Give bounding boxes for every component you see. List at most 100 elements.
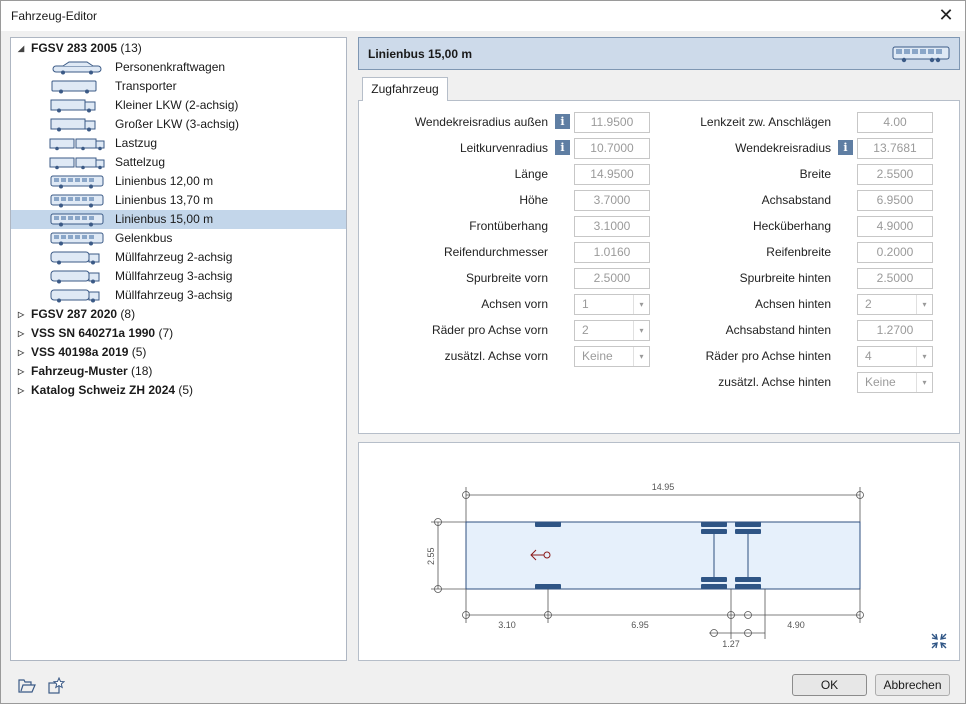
value-field[interactable]: 13.7681 xyxy=(857,138,933,159)
tree-item[interactable]: Linienbus 15,00 m xyxy=(11,210,346,229)
dropdown-field[interactable]: 1 ▾ xyxy=(574,294,650,315)
chevron-down-icon[interactable]: ▾ xyxy=(633,321,649,340)
close-icon[interactable]: ✕ xyxy=(933,4,959,28)
tree-group[interactable]: ▷ FGSV 287 2020 (8) xyxy=(11,305,346,324)
tree-item-label: Müllfahrzeug 3-achsig xyxy=(115,269,233,283)
truck-icon xyxy=(50,118,96,132)
tree-group-count: (5) xyxy=(178,383,194,397)
expanded-arrow-icon[interactable]: ◢ xyxy=(18,39,28,58)
collapsed-arrow-icon[interactable]: ▷ xyxy=(18,305,28,324)
truck-icon xyxy=(50,99,96,113)
value-field[interactable]: 2.5500 xyxy=(857,164,933,185)
bus-icon xyxy=(892,46,950,63)
value-field[interactable]: 4.9000 xyxy=(857,216,933,237)
front-wheel-bottom xyxy=(535,584,561,589)
value-field[interactable]: 2.5000 xyxy=(574,268,650,289)
vehicle-tree[interactable]: ◢ FGSV 283 2005 (13) Personenkraftwagen Tra… xyxy=(10,37,347,661)
tree-group[interactable]: ▷ VSS 40198a 2019 (5) xyxy=(11,343,346,362)
value-field[interactable]: 0.2000 xyxy=(857,242,933,263)
garbage-truck-icon xyxy=(50,251,100,265)
dropdown-field[interactable]: 2 ▾ xyxy=(857,294,933,315)
dropdown-field[interactable]: 2 ▾ xyxy=(574,320,650,341)
dropdown-value: 1 xyxy=(582,297,589,311)
tab-zugfahrzeug[interactable]: Zugfahrzeug xyxy=(362,77,448,101)
value-field[interactable]: 2.5000 xyxy=(857,268,933,289)
value-field[interactable]: 6.9500 xyxy=(857,190,933,211)
tree-item[interactable]: Linienbus 13,70 m xyxy=(11,191,346,210)
collapsed-arrow-icon[interactable]: ▷ xyxy=(18,381,28,400)
dim-width: 2.55 xyxy=(426,547,436,565)
chevron-down-icon[interactable]: ▾ xyxy=(633,295,649,314)
car-icon xyxy=(52,61,102,75)
value-field[interactable]: 1.2700 xyxy=(857,320,933,341)
field-label: Achsen hinten xyxy=(754,297,831,311)
field-label: Leitkurvenradius xyxy=(459,141,548,155)
tree-item[interactable]: Transporter xyxy=(11,77,346,96)
collapsed-arrow-icon[interactable]: ▷ xyxy=(18,362,28,381)
dim-length: 14.95 xyxy=(652,482,675,492)
field-label: Wendekreisradius außen xyxy=(414,115,548,129)
tree-group-count: (5) xyxy=(131,345,147,359)
tree-item[interactable]: Müllfahrzeug 3-achsig xyxy=(11,267,346,286)
tree-item[interactable]: Großer LKW (3-achsig) xyxy=(11,115,346,134)
tree-item[interactable]: Müllfahrzeug 3-achsig xyxy=(11,286,346,305)
dropdown-field[interactable]: 4 ▾ xyxy=(857,346,933,367)
tree-group[interactable]: ▷ Fahrzeug-Muster (18) xyxy=(11,362,346,381)
dropdown-value: 2 xyxy=(865,297,872,311)
garbage-truck-icon xyxy=(50,270,100,284)
vehicle-preview: 14.95 2.55 3.10 6.95 1.27 4.90 xyxy=(358,442,960,661)
collapsed-arrow-icon[interactable]: ▷ xyxy=(18,343,28,362)
tree-group-label: VSS 40198a 2019 xyxy=(31,345,129,359)
value-field[interactable]: 3.1000 xyxy=(574,216,650,237)
favorite-settings-icon[interactable] xyxy=(47,677,65,695)
dim-wheelbase: 6.95 xyxy=(631,620,649,630)
tree-item[interactable]: Müllfahrzeug 2-achsig xyxy=(11,248,346,267)
open-folder-icon[interactable] xyxy=(18,677,36,695)
tree-item[interactable]: Kleiner LKW (2-achsig) xyxy=(11,96,346,115)
cancel-button[interactable]: Abbrechen xyxy=(875,674,950,696)
dropdown-field[interactable]: Keine ▾ xyxy=(857,372,933,393)
tree-item[interactable]: Sattelzug xyxy=(11,153,346,172)
value-field[interactable]: 4.00 xyxy=(857,112,933,133)
tree-item-label: Sattelzug xyxy=(115,155,166,169)
chevron-down-icon[interactable]: ▾ xyxy=(633,347,649,366)
title-bar: Fahrzeug-Editor ✕ xyxy=(1,1,965,31)
field-label: Wendekreisradius xyxy=(735,141,831,155)
dialog-window: Fahrzeug-Editor ✕ ◢ FGSV 283 2005 (13) Per… xyxy=(0,0,966,704)
tree-group-count: (7) xyxy=(158,326,174,340)
tree-group[interactable]: ◢ FGSV 283 2005 (13) xyxy=(11,39,346,58)
tree-item-label: Großer LKW (3-achsig) xyxy=(115,117,240,131)
value-field[interactable]: 10.7000 xyxy=(574,138,650,159)
collapsed-arrow-icon[interactable]: ▷ xyxy=(18,324,28,343)
dropdown-value: 4 xyxy=(865,349,872,363)
front-wheel-top xyxy=(535,522,561,527)
field-label: Achsabstand xyxy=(761,193,831,207)
tree-item[interactable]: Lastzug xyxy=(11,134,346,153)
tree-item[interactable]: Personenkraftwagen xyxy=(11,58,346,77)
value-field[interactable]: 14.9500 xyxy=(574,164,650,185)
field-label: Spurbreite vorn xyxy=(465,271,548,285)
chevron-down-icon[interactable]: ▾ xyxy=(916,347,932,366)
tree-item-label: Personenkraftwagen xyxy=(115,60,226,74)
tree-item[interactable]: Linienbus 12,00 m xyxy=(11,172,346,191)
chevron-down-icon[interactable]: ▾ xyxy=(916,295,932,314)
ok-button[interactable]: OK xyxy=(792,674,867,696)
tree-group[interactable]: ▷ VSS SN 640271a 1990 (7) xyxy=(11,324,346,343)
value-field[interactable]: 11.9500 xyxy=(574,112,650,133)
info-icon[interactable]: i xyxy=(838,140,853,155)
chevron-down-icon[interactable]: ▾ xyxy=(916,373,932,392)
dropdown-field[interactable]: Keine ▾ xyxy=(574,346,650,367)
zoom-fit-icon[interactable] xyxy=(931,633,947,649)
tree-group[interactable]: ▷ Katalog Schweiz ZH 2024 (5) xyxy=(11,381,346,400)
tree-item[interactable]: Gelenkbus xyxy=(11,229,346,248)
bus-icon xyxy=(50,194,104,208)
value-field[interactable]: 1.0160 xyxy=(574,242,650,263)
field-label: Höhe xyxy=(519,193,548,207)
tree-item-label: Linienbus 13,70 m xyxy=(115,193,214,207)
value-field[interactable]: 3.7000 xyxy=(574,190,650,211)
vehicle-diagram: 14.95 2.55 3.10 6.95 1.27 4.90 xyxy=(426,482,947,649)
info-icon[interactable]: i xyxy=(555,140,570,155)
info-icon[interactable]: i xyxy=(555,114,570,129)
dropdown-value: 2 xyxy=(582,323,589,337)
field-label: zusätzl. Achse hinten xyxy=(718,375,831,389)
